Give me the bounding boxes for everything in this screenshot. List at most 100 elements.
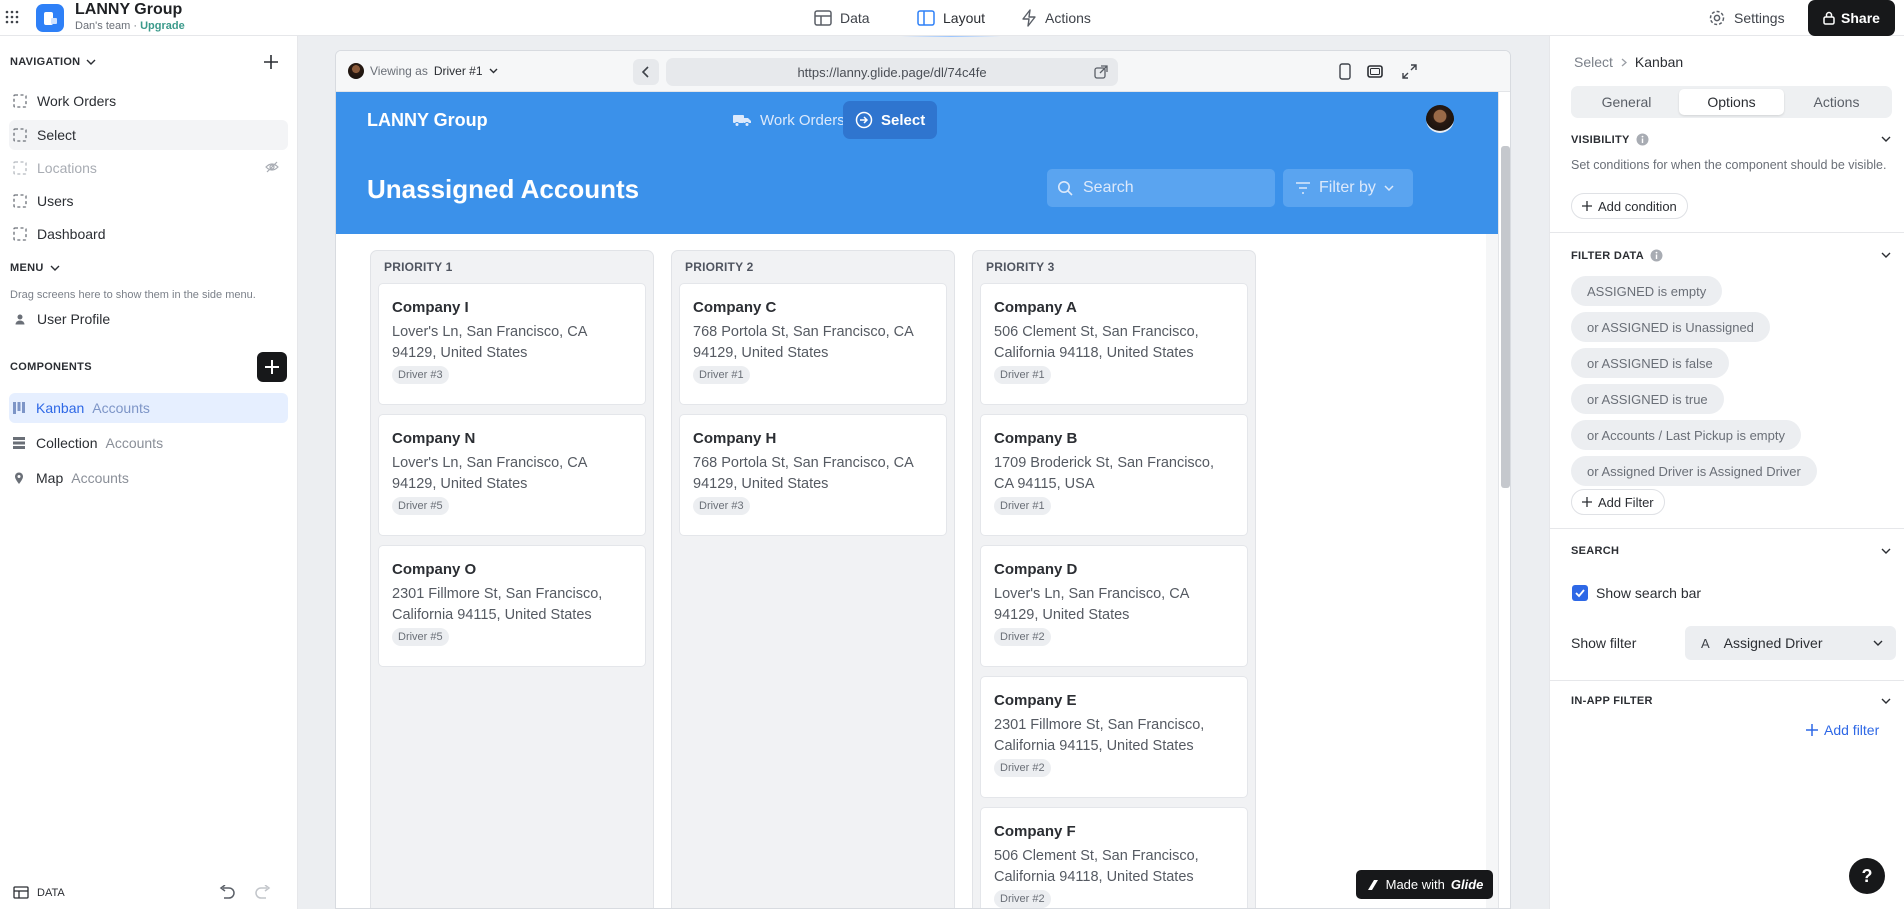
show-filter-select[interactable]: A Assigned Driver xyxy=(1685,626,1896,660)
preview-scrollbar[interactable] xyxy=(1498,92,1510,908)
card-title: Company H xyxy=(693,430,777,447)
tab-general[interactable]: General xyxy=(1574,89,1679,115)
info-icon[interactable] xyxy=(1636,133,1649,146)
team-separator: · xyxy=(130,20,141,32)
card-address: 506 Clement St, San Francisco, Californi… xyxy=(994,324,1199,361)
kanban-card[interactable]: Company A 506 Clement St, San Francisco, … xyxy=(980,283,1248,405)
nav-item-users[interactable]: Users xyxy=(9,186,288,216)
scrollbar-thumb[interactable] xyxy=(1501,146,1510,488)
upgrade-link[interactable]: Upgrade xyxy=(140,20,185,32)
tab-data-label: Data xyxy=(840,10,870,26)
tab-data[interactable]: Data xyxy=(814,0,870,36)
component-label: Map xyxy=(36,470,64,486)
tablet-view-icon[interactable] xyxy=(1367,65,1383,78)
add-condition-button[interactable]: Add condition xyxy=(1571,193,1688,219)
redo-icon[interactable] xyxy=(254,885,272,899)
add-in-app-filter-button[interactable]: Add filter xyxy=(1806,722,1879,738)
tab-options[interactable]: Options xyxy=(1679,89,1784,115)
nav-item-locations[interactable]: Locations xyxy=(9,153,288,183)
filter-condition-chip[interactable]: or ASSIGNED is false xyxy=(1571,348,1729,378)
kanban-card[interactable]: Company B 1709 Broderick St, San Francisc… xyxy=(980,414,1248,536)
nav-item-label: Work Orders xyxy=(37,93,117,109)
nav-item-dashboard[interactable]: Dashboard xyxy=(9,219,288,249)
page-title: Unassigned Accounts xyxy=(367,174,640,204)
kanban-card[interactable]: Company N Lover's Ln, San Francisco, CA 9… xyxy=(378,414,646,536)
top-bar: LANNY Group Dan's team · Upgrade Data La… xyxy=(0,0,1904,37)
chevron-down-icon[interactable] xyxy=(1881,548,1891,554)
search-section-header[interactable]: SEARCH xyxy=(1571,545,1619,557)
back-button[interactable] xyxy=(633,59,659,85)
navigation-header[interactable]: NAVIGATION xyxy=(10,56,96,68)
visibility-description: Set conditions for when the component sh… xyxy=(1571,158,1887,172)
phone-view-icon[interactable] xyxy=(1339,63,1351,80)
card-driver-tag: Driver #3 xyxy=(392,366,449,384)
filter-data-header[interactable]: FILTER DATA xyxy=(1571,249,1663,262)
card-title: Company B xyxy=(994,430,1078,447)
kanban-card[interactable]: Company H 768 Portola St, San Francisco, … xyxy=(679,414,947,536)
undo-icon[interactable] xyxy=(218,885,236,899)
filter-condition-chip[interactable]: ASSIGNED is empty xyxy=(1571,276,1723,306)
expand-icon[interactable] xyxy=(1402,64,1417,79)
info-icon[interactable] xyxy=(1650,249,1663,262)
search-input[interactable]: Search xyxy=(1047,169,1275,207)
kanban-card[interactable]: Company O 2301 Fillmore St, San Francisco… xyxy=(378,545,646,667)
menu-header[interactable]: MENU xyxy=(10,262,60,274)
made-with-label: Made with xyxy=(1385,877,1445,892)
gear-icon xyxy=(1708,9,1726,27)
component-map[interactable]: Map Accounts xyxy=(9,463,288,493)
card-address: 506 Clement St, San Francisco, Californi… xyxy=(994,848,1199,885)
menu-item-user-profile[interactable]: User Profile xyxy=(9,304,288,334)
tab-inspector-actions[interactable]: Actions xyxy=(1784,89,1889,115)
chevron-down-icon[interactable] xyxy=(1881,252,1891,258)
preview-url-bar[interactable]: https://lanny.glide.page/dl/74c4fe xyxy=(666,58,1118,86)
add-screen-icon[interactable] xyxy=(263,54,279,70)
viewing-as-selector[interactable]: Viewing as Driver #1 xyxy=(348,63,498,79)
card-driver-tag: Driver #2 xyxy=(994,890,1051,908)
kanban-card[interactable]: Company D Lover's Ln, San Francisco, CA 9… xyxy=(980,545,1248,667)
share-button[interactable]: Share xyxy=(1808,0,1895,36)
kanban-card[interactable]: Company E 2301 Fillmore St, San Francisco… xyxy=(980,676,1248,798)
show-search-bar-checkbox[interactable] xyxy=(1572,585,1588,601)
breadcrumb-screen[interactable]: Select xyxy=(1574,54,1613,70)
app-nav-select[interactable]: Select xyxy=(843,101,938,139)
nav-item-label: Users xyxy=(37,193,74,209)
external-link-icon[interactable] xyxy=(1094,65,1108,79)
tab-layout[interactable]: Layout xyxy=(900,0,1002,37)
filter-by-button[interactable]: Filter by xyxy=(1283,169,1413,207)
card-title: Company E xyxy=(994,692,1077,709)
data-table-icon[interactable] xyxy=(13,886,29,899)
app-name[interactable]: LANNY Group xyxy=(75,1,182,19)
kanban-card[interactable]: Company I Lover's Ln, San Francisco, CA 9… xyxy=(378,283,646,405)
tab-actions[interactable]: Actions xyxy=(1021,0,1091,36)
apps-grid-icon[interactable] xyxy=(5,10,19,24)
filter-condition-chip[interactable]: or Assigned Driver is Assigned Driver xyxy=(1571,456,1817,486)
user-avatar[interactable] xyxy=(1426,105,1454,133)
kanban-column: PRIORITY 3 Company A 506 Clement St, San F… xyxy=(972,250,1256,908)
filter-condition-chip[interactable]: or ASSIGNED is Unassigned xyxy=(1571,312,1770,342)
app-logo[interactable] xyxy=(36,4,64,32)
nav-item-work-orders[interactable]: Work Orders xyxy=(9,86,288,116)
component-collection[interactable]: Collection Accounts xyxy=(9,428,288,458)
visibility-header[interactable]: VISIBILITY xyxy=(1571,133,1649,146)
help-button[interactable]: ? xyxy=(1849,858,1885,894)
kanban-card[interactable]: Company F 506 Clement St, San Francisco, … xyxy=(980,807,1248,908)
settings-button[interactable]: Settings xyxy=(1708,0,1785,36)
chevron-down-icon[interactable] xyxy=(1881,136,1891,142)
filter-condition-chip[interactable]: or Accounts / Last Pickup is empty xyxy=(1571,420,1801,450)
component-source: Accounts xyxy=(71,470,129,486)
chevron-down-icon[interactable] xyxy=(1881,698,1891,704)
filter-condition-chip[interactable]: or ASSIGNED is true xyxy=(1571,384,1724,414)
kanban-board: PRIORITY 1 Company I Lover's Ln, San Franc… xyxy=(336,234,1486,908)
add-component-button[interactable] xyxy=(257,352,287,382)
app-nav-work-orders[interactable]: Work Orders xyxy=(720,101,857,139)
kanban-card[interactable]: Company C 768 Portola St, San Francisco, … xyxy=(679,283,947,405)
nav-item-select[interactable]: Select xyxy=(9,120,288,150)
data-label[interactable]: DATA xyxy=(37,887,65,899)
app-brand[interactable]: LANNY Group xyxy=(367,110,488,131)
component-kanban[interactable]: Kanban Accounts xyxy=(9,393,288,423)
in-app-filter-header[interactable]: IN-APP FILTER xyxy=(1571,695,1653,707)
made-with-glide-badge[interactable]: Made with Glide xyxy=(1356,870,1493,899)
add-filter-button[interactable]: Add Filter xyxy=(1571,489,1665,515)
eye-off-icon[interactable] xyxy=(265,161,279,173)
card-title: Company C xyxy=(693,299,777,316)
